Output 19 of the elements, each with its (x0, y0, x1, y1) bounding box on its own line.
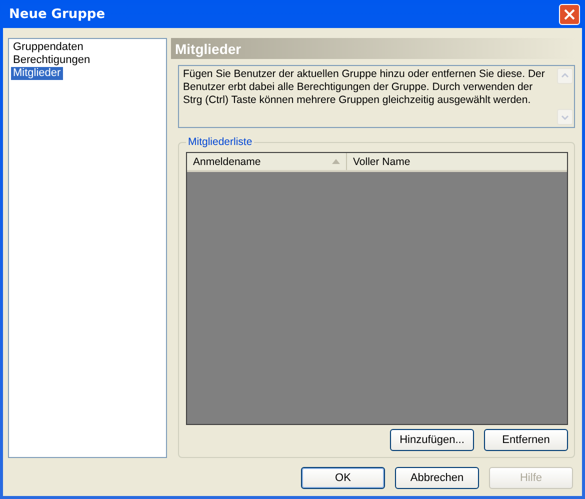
dialog-button[interactable]: OK (301, 467, 385, 489)
column-label: Anmeldename (193, 156, 261, 168)
sidebar-item[interactable]: Gruppendaten (11, 41, 86, 54)
list-button[interactable]: Hinzufügen... (390, 429, 474, 451)
sidebar-item[interactable]: Mitglieder (11, 67, 63, 80)
column-label: Voller Name (353, 156, 410, 168)
description-text: Fügen Sie Benutzer der aktuellen Gruppe hinzu oder entfernen Sie diese. Der Benutzer erbt dabei alle Berechtigungen der Gruppe. Durch verwenden der Strg (Ctrl) Taste können mehrere Gruppen gleichzeitig ausgewählt werden. (182, 67, 546, 108)
dialog-button[interactable]: Abbrechen (395, 467, 479, 489)
window-title: Neue Gruppe (9, 6, 106, 22)
scroll-up-icon[interactable] (557, 68, 573, 84)
list-button[interactable]: Entfernen (484, 429, 568, 451)
members-list[interactable]: Anmeldename Voller Name (186, 152, 568, 425)
group-label: Mitgliederliste (187, 136, 254, 148)
sidebar-item[interactable]: Berechtigungen (11, 54, 92, 67)
column-header[interactable]: Anmeldename (187, 153, 347, 170)
close-button[interactable] (559, 4, 580, 24)
close-icon (564, 8, 575, 20)
scroll-down-icon[interactable] (557, 109, 573, 125)
column-header[interactable]: Voller Name (347, 153, 567, 170)
